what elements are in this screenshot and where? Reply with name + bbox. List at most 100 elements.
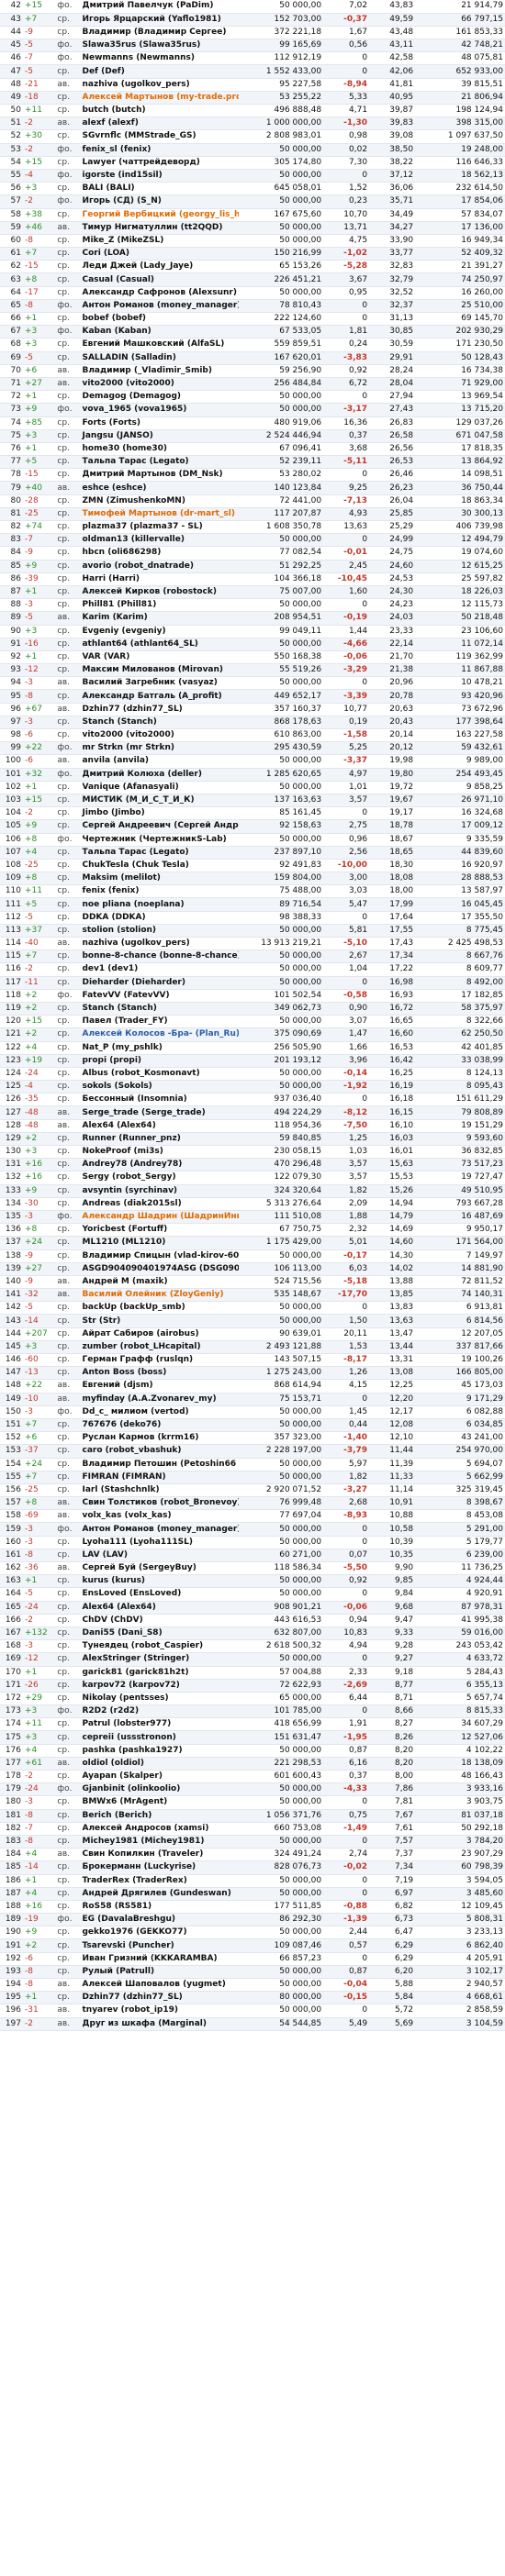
- participant-name[interactable]: Владимир Петошин (Petoshin66 SL): [80, 1458, 240, 1471]
- table-row[interactable]: 138 -9 ср. Владимир Спицын (vlad-kirov-60) 5…: [0, 1249, 505, 1263]
- table-row[interactable]: 51 -2 ав. alexf (alexf) 1 000 000,00 -1,30 39,…: [0, 117, 505, 131]
- participant-name[interactable]: butch (butch): [80, 104, 240, 118]
- table-row[interactable]: 126 -35 ср. Бессонный (Insomnia) 937 036,40 0…: [0, 1093, 505, 1107]
- participant-name[interactable]: Mike_Z (MikeZSL): [80, 234, 240, 249]
- table-row[interactable]: 148 +22 ав. Евгений (djsm) 868 614,94 4,15 12,…: [0, 1379, 505, 1393]
- table-row[interactable]: 136 +8 ср. Yoricbest (Fortuff) 67 750,75 2,32…: [0, 1223, 505, 1238]
- table-row[interactable]: 108 -25 ср. ChukTesla (Chuk Tesla) 92 491,83…: [0, 859, 505, 873]
- participant-name[interactable]: kurus (kurus): [80, 1574, 240, 1589]
- participant-name[interactable]: Michey1981 (Michey1981): [80, 1835, 240, 1849]
- participant-name[interactable]: Alex64 (Alex64): [80, 1119, 240, 1133]
- table-row[interactable]: 109 +8 ср. Maksim (melilot) 159 804,00 3,00 18…: [0, 872, 505, 886]
- table-row[interactable]: 196 -31 ав. tnyarev (robot_ip19) 50 000,00 0 5…: [0, 2004, 505, 2018]
- participant-name[interactable]: Свин Копилкин (Traveler): [80, 1848, 240, 1862]
- participant-name[interactable]: Александр Сафронов (Alexsunr): [80, 286, 240, 300]
- participant-name[interactable]: Свин Толстиков (robot_Bronevoy): [80, 1496, 240, 1511]
- table-row[interactable]: 45 -5 фо. Slawa35rus (Slawa35rus) 99 165,69 0…: [0, 39, 505, 53]
- participant-name[interactable]: Nat_P (my_pshlk): [80, 1041, 240, 1055]
- participant-name[interactable]: Andreas (diak2015sl): [80, 1197, 240, 1211]
- participant-name[interactable]: Владимир (Владимир Сергее): [80, 26, 240, 40]
- participant-name[interactable]: Karim (Karim): [80, 611, 240, 626]
- table-row[interactable]: 75 +3 ср. Jangsu (JANSO) 2 524 446,94 0,37 26,…: [0, 429, 505, 443]
- participant-name[interactable]: Евгений (djsm): [80, 1379, 240, 1393]
- participant-name[interactable]: noe pliana (noeplana): [80, 897, 240, 912]
- participant-name[interactable]: nazhiva (ugolkov_pers): [80, 937, 240, 951]
- table-row[interactable]: 76 +1 ср. home30 (home30) 67 096,41 3,68 26,56…: [0, 442, 505, 457]
- table-row[interactable]: 143 -14 ср. Str (Str) 50 000,00 1,50 13,63 6 81…: [0, 1314, 505, 1328]
- table-row[interactable]: 94 -3 ав. Василий Загребник (vasyaz) 50 000,…: [0, 676, 505, 691]
- table-row[interactable]: 189 -19 фо. EG (DavalaBreshgu) 86 292,30 -1,3…: [0, 1913, 505, 1927]
- participant-name[interactable]: dev1 (dev1): [80, 962, 240, 977]
- participant-name[interactable]: Бессонный (Insomnia): [80, 1093, 240, 1107]
- table-row[interactable]: 119 +2 ср. Stanch (Stanch) 349 062,73 0,90 16,…: [0, 1002, 505, 1016]
- table-row[interactable]: 101 +32 фо. Дмитрий Колюха (deller) 1 285 62…: [0, 768, 505, 782]
- table-row[interactable]: 78 -15 ср. Дмитрий Мартынов (DM_Nsk) 53 280,…: [0, 468, 505, 483]
- table-row[interactable]: 155 +7 ср. FIMRAN (FIMRAN) 50 000,00 1,82 11,3…: [0, 1471, 505, 1484]
- participant-name[interactable]: backUp (backUp_smb): [80, 1301, 240, 1316]
- participant-name[interactable]: Брокерманн (Luckyrise): [80, 1860, 240, 1875]
- table-row[interactable]: 81 -25 ср. Тимофей Мартынов (dr-mart_sl) 117…: [0, 507, 505, 522]
- table-row[interactable]: 185 -14 ср. Брокерманн (Luckyrise) 828 076,7…: [0, 1860, 505, 1875]
- table-row[interactable]: 165 -24 ср. Alex64 (Alex64) 908 901,21 -0,06 9…: [0, 1601, 505, 1615]
- participant-name[interactable]: Андрей Дрягилев (Gundeswan): [80, 1887, 240, 1901]
- participant-name[interactable]: FIMRAN (FIMRAN): [80, 1471, 240, 1484]
- table-row[interactable]: 106 +8 фо. Чертежник (ЧертежникS-Lab) 50 000…: [0, 833, 505, 847]
- participant-name[interactable]: Berich (Berich): [80, 1809, 240, 1823]
- table-row[interactable]: 43 +7 ср. Игорь Ярцарский (Yaflo1981) 152 70…: [0, 13, 505, 27]
- table-row[interactable]: 149 -10 ав. myfinday (A.A.Zvonarev_my) 75 15…: [0, 1393, 505, 1406]
- table-row[interactable]: 141 -32 ав. Василий Олейник (ZloyGeniy) 535 …: [0, 1288, 505, 1303]
- participant-name[interactable]: BALI (BALI): [80, 182, 240, 196]
- table-row[interactable]: 121 +2 ср. Алексей Колосов -Бра- (Plan_Ru) 3…: [0, 1027, 505, 1042]
- participant-name[interactable]: bobef (bobef): [80, 312, 240, 327]
- participant-name[interactable]: plazma37 (plazma37 - SL): [80, 520, 240, 535]
- participant-name[interactable]: karpov72 (karpov72): [80, 1679, 240, 1693]
- table-row[interactable]: 133 +9 ср. avsyntin (syrchinav) 324 320,64 1,…: [0, 1184, 505, 1198]
- table-row[interactable]: 89 -5 ав. Karim (Karim) 208 954,51 -0,19 24,03…: [0, 611, 505, 626]
- participant-name[interactable]: Phill81 (Phill81): [80, 598, 240, 613]
- table-row[interactable]: 62 -15 ср. Леди Джей (Lady_Jaye) 65 153,26 -5…: [0, 260, 505, 274]
- participant-name[interactable]: NokeProof (mi3s): [80, 1145, 240, 1160]
- participant-name[interactable]: anvila (anvila): [80, 754, 240, 769]
- table-row[interactable]: 144 +207 ср. Айрат Сабиров (airobus) 90 639,…: [0, 1327, 505, 1341]
- table-row[interactable]: 181 -8 ср. Berich (Berich) 1 056 371,76 0,75 7…: [0, 1809, 505, 1823]
- participant-name[interactable]: Владимир (_Vladimir_Smib): [80, 364, 240, 378]
- table-row[interactable]: 74 +85 ср. Forts (Forts) 480 919,06 16,36 26,8…: [0, 416, 505, 430]
- participant-name[interactable]: Albus (robot_Kosmonavt): [80, 1067, 240, 1082]
- table-row[interactable]: 47 -5 ср. Def (Def) 1 552 433,00 0 42,06 652 93…: [0, 64, 505, 79]
- participant-name[interactable]: Тунеядец (robot_Caspier): [80, 1639, 240, 1654]
- table-row[interactable]: 188 +16 ср. RoS58 (RS581) 177 511,85 -0,88 6,8…: [0, 1900, 505, 1915]
- participant-name[interactable]: Iarl (Stashchnlk): [80, 1483, 240, 1498]
- table-row[interactable]: 146 -60 ср. Герман Графф (ruslqn) 143 507,15…: [0, 1353, 505, 1368]
- participant-name[interactable]: ChukTesla (Chuk Tesla): [80, 859, 240, 873]
- table-row[interactable]: 111 +5 ср. noe pliana (noeplana) 89 716,54 5,…: [0, 897, 505, 912]
- participant-name[interactable]: Andrey78 (Andrey78): [80, 1158, 240, 1172]
- table-row[interactable]: 127 -48 ав. Serge_trade (Serge_trade) 494 22…: [0, 1105, 505, 1120]
- table-row[interactable]: 153 -37 ср. caro (robot_vbashuk) 2 228 197,0…: [0, 1444, 505, 1459]
- table-row[interactable]: 97 -3 ср. Stanch (Stanch) 868 178,63 0,19 20,4…: [0, 716, 505, 730]
- participant-name[interactable]: oldiol (oldiol): [80, 1757, 240, 1771]
- participant-name[interactable]: eshce (eshce): [80, 481, 240, 495]
- participant-name[interactable]: igorste (ind15sil): [80, 169, 240, 183]
- table-row[interactable]: 115 +7 ср. bonne-8-chance (bonne-8-chance) 5…: [0, 949, 505, 964]
- table-row[interactable]: 167 +132 ср. Dani55 (Dani_S8) 632 807,00 10,8…: [0, 1627, 505, 1641]
- participant-name[interactable]: Evgeniy (evgeniy): [80, 625, 240, 638]
- participant-name[interactable]: Герман Графф (ruslqn): [80, 1353, 240, 1368]
- participant-name[interactable]: Павел (Trader_FY): [80, 1015, 240, 1029]
- participant-name[interactable]: nazhiva (ugolkov_pers): [80, 78, 240, 92]
- table-row[interactable]: 57 -2 фо. Игорь (СД) (S_N) 50 000,00 0,23 35,7…: [0, 194, 505, 209]
- participant-name[interactable]: Jangsu (JANSO): [80, 429, 240, 443]
- participant-name[interactable]: Дмитрий Мартынов (DM_Nsk): [80, 468, 240, 483]
- participant-name[interactable]: Евгений Машковский (AlfaSL): [80, 338, 240, 352]
- table-row[interactable]: 104 -2 ср. Jimbo (Jimbo) 85 161,45 0 19,17 16 3…: [0, 806, 505, 821]
- participant-name[interactable]: bonne-8-chance (bonne-8-chance): [80, 949, 240, 964]
- table-row[interactable]: 105+9ср.Сергей Андреевич (Сергей Андреев…: [0, 819, 505, 834]
- table-row[interactable]: 123 +19 ср. propi (propi) 201 193,12 3,96 16,4…: [0, 1054, 505, 1068]
- participant-name[interactable]: DDKA (DDKA): [80, 911, 240, 925]
- table-row[interactable]: 163 +1 ср. kurus (kurus) 50 000,00 0,92 9,85 4 …: [0, 1574, 505, 1589]
- participant-name[interactable]: alexf (alexf): [80, 117, 240, 131]
- participant-name[interactable]: Casual (Casual): [80, 272, 240, 287]
- participant-name[interactable]: propi (propi): [80, 1054, 240, 1068]
- participant-name[interactable]: Андрей М (maxik): [80, 1275, 240, 1290]
- table-row[interactable]: 122 +4 ср. Nat_P (my_pshlk) 256 505,90 1,66 16…: [0, 1041, 505, 1055]
- table-row[interactable]: 80 -28 ср. ZMN (ZimushenkoMN) 72 441,00 -7,13…: [0, 494, 505, 508]
